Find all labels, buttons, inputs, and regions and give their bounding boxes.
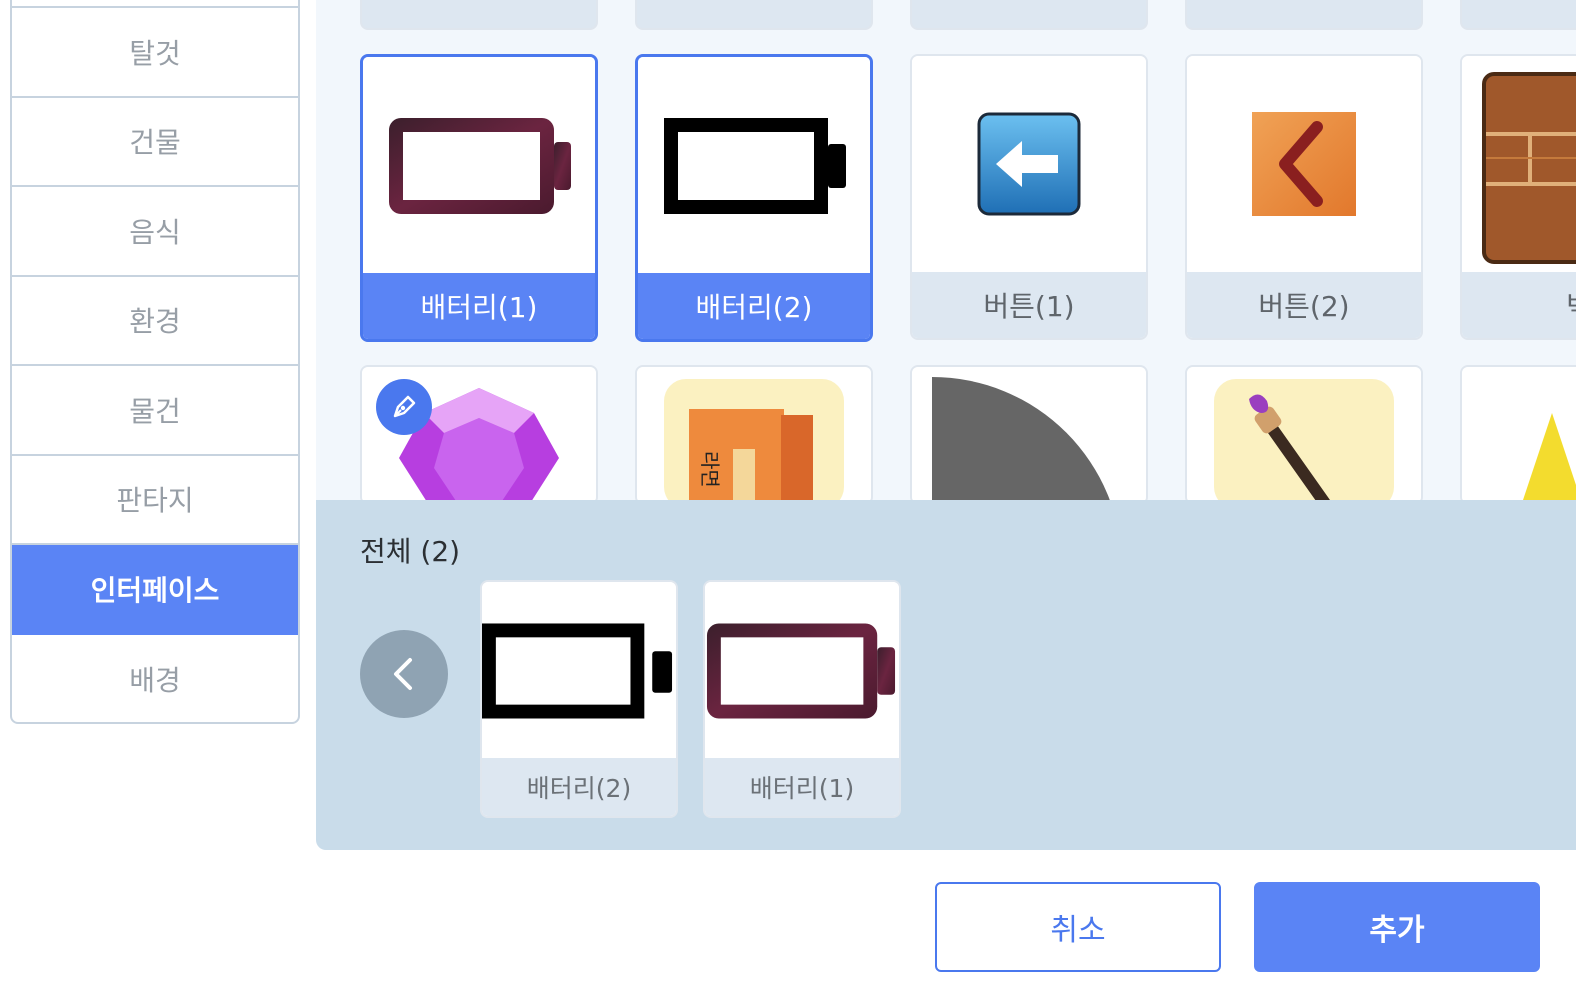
battery-icon xyxy=(638,57,870,273)
object-grid: 배터리(1) 배터리(2) 버튼(1) 버튼(2) 라면 xyxy=(316,0,1576,500)
arrow-left-button-icon xyxy=(912,56,1146,272)
object-card-battery-2[interactable]: 배터리(2) xyxy=(635,54,873,342)
object-card-partial[interactable] xyxy=(635,0,873,30)
sidebar-item-label: 건물 xyxy=(129,126,181,160)
object-card-battery-1[interactable]: 배터리(1) xyxy=(360,54,598,342)
object-card-button-1[interactable]: 버튼(1) xyxy=(910,54,1148,340)
yellow-shape-icon xyxy=(1462,367,1576,500)
sidebar-item-label: 인터페이스 xyxy=(90,573,220,607)
object-card-quarter-circle[interactable] xyxy=(910,365,1148,500)
sidebar-item-things[interactable]: 물건 xyxy=(12,366,298,456)
object-card-label: 배터리(2) xyxy=(638,273,870,339)
sidebar-item-label: 음식 xyxy=(129,215,181,249)
object-card-ramen[interactable]: 라면 xyxy=(635,365,873,500)
selected-count-title: 전체 (2) xyxy=(360,535,461,568)
object-card-label: 버튼(1) xyxy=(912,272,1146,338)
object-card-label: 배터리(1) xyxy=(363,273,595,339)
object-card-partial[interactable] xyxy=(1185,0,1423,30)
sidebar-item-label: 판타지 xyxy=(116,484,194,518)
sidebar-item-fantasy[interactable]: 판타지 xyxy=(12,456,298,545)
object-card-partial[interactable] xyxy=(910,0,1148,30)
edit-pen-icon[interactable] xyxy=(376,379,432,435)
selected-tray: 전체 (2) 배터리(2) 배터리(1) xyxy=(316,500,1576,850)
category-sidebar: 탈것 건물 음식 환경 물건 판타지 인터페이스 배경 xyxy=(10,0,300,724)
object-card-label: 벽 xyxy=(1462,272,1576,338)
object-card-partial[interactable] xyxy=(1460,0,1576,30)
brick-wall-icon xyxy=(1462,56,1576,272)
sidebar-item-background[interactable]: 배경 xyxy=(12,635,298,723)
selected-item-label: 배터리(2) xyxy=(482,758,676,816)
sidebar-item-food[interactable]: 음식 xyxy=(12,187,298,277)
sidebar-item-label: 물건 xyxy=(129,394,181,428)
paint-brush-icon xyxy=(1187,367,1421,500)
sidebar-item-interface[interactable]: 인터페이스 xyxy=(12,545,298,635)
quarter-circle-icon xyxy=(912,367,1146,500)
sidebar-item-buildings[interactable]: 건물 xyxy=(12,98,298,187)
selected-item-label: 배터리(1) xyxy=(705,758,899,816)
battery-icon xyxy=(363,57,595,273)
object-card-partial-yellow[interactable] xyxy=(1460,365,1576,500)
svg-text:라면: 라면 xyxy=(698,451,722,488)
ramen-icon: 라면 xyxy=(637,367,871,500)
sidebar-item-vehicles[interactable]: 탈것 xyxy=(12,8,298,98)
object-card-label: 버튼(2) xyxy=(1187,272,1421,338)
object-card-gem[interactable] xyxy=(360,365,598,500)
selected-item-battery-1[interactable]: 배터리(1) xyxy=(703,580,901,818)
object-card-wall[interactable]: 벽 xyxy=(1460,54,1576,340)
chevron-left-button-icon xyxy=(1187,56,1421,272)
sidebar-item-label: 환경 xyxy=(129,305,181,339)
sidebar-item-partial[interactable] xyxy=(12,0,298,8)
sidebar-item-environment[interactable]: 환경 xyxy=(12,277,298,366)
add-button[interactable]: 추가 xyxy=(1254,882,1540,972)
chevron-left-icon xyxy=(394,658,412,690)
cancel-button[interactable]: 취소 xyxy=(935,882,1221,972)
sidebar-item-label: 배경 xyxy=(129,664,181,698)
object-card-partial[interactable] xyxy=(360,0,598,30)
battery-icon xyxy=(705,582,899,758)
battery-icon xyxy=(482,582,676,758)
object-card-button-2[interactable]: 버튼(2) xyxy=(1185,54,1423,340)
selected-item-battery-2[interactable]: 배터리(2) xyxy=(480,580,678,818)
add-object-dialog: 탈것 건물 음식 환경 물건 판타지 인터페이스 배경 배터리(1) 배터리(2… xyxy=(0,0,1576,992)
sidebar-item-label: 탈것 xyxy=(129,36,181,70)
object-card-brush[interactable] xyxy=(1185,365,1423,500)
tray-prev-button[interactable] xyxy=(360,630,448,718)
